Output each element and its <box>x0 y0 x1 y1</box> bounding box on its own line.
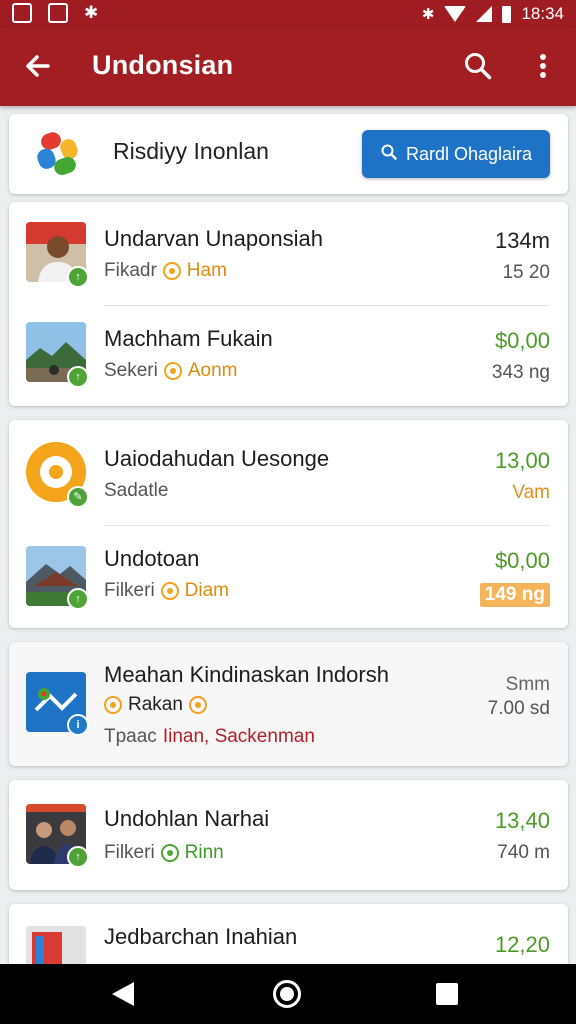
search-icon <box>380 143 398 166</box>
list-item[interactable]: ↑ Undarvan Unaponsiah Fikadr Ham 134m 15… <box>9 202 568 302</box>
list-card-4: ↑ Undohlan Narhai Filkeri Rinn 13,40 740… <box>9 780 568 890</box>
arrow-left-icon[interactable] <box>18 46 58 86</box>
tag-icon <box>160 582 179 600</box>
nav-back-icon[interactable] <box>112 982 134 1006</box>
item-sub-label: Filkeri <box>104 580 155 601</box>
app-logo-icon <box>35 130 83 178</box>
item-meta: 149 ng <box>479 583 550 607</box>
item-amount: Smm <box>505 674 550 695</box>
item-sub-label: Fikadr <box>104 260 157 281</box>
wifi-icon <box>444 6 467 22</box>
app-notification-icon <box>48 3 68 23</box>
header-action-button[interactable]: Rardl Ohaglaira <box>362 130 550 178</box>
item-subtitle: Sekeri Aonm <box>104 360 238 382</box>
list-card-3: i Meahan Kindinaskan Indorsh Rakan Tpaac… <box>9 642 568 766</box>
gallery-notification-icon <box>12 3 32 23</box>
tag-icon <box>188 696 207 714</box>
item-title: Undohlan Narhai <box>104 806 270 831</box>
nav-recent-icon[interactable] <box>436 983 458 1005</box>
item-sub-label: Filkeri <box>104 842 155 863</box>
battery-icon <box>502 5 512 23</box>
item-amount: 12,20 <box>494 932 550 957</box>
item-amount: 13,40 <box>494 808 550 833</box>
list-item[interactable]: ↑ Machham Fukain Sekeri Aonm $0,00 343 n… <box>9 306 568 406</box>
list-item[interactable]: ✎ Uaiodahudan Uesonge Sadatle 13,00 Vam <box>9 420 568 520</box>
status-badge: ↑ <box>67 588 89 610</box>
list-card-2: ✎ Uaiodahudan Uesonge Sadatle 13,00 Vam … <box>9 420 568 628</box>
item-title: Meahan Kindinaskan Indorsh <box>104 662 389 687</box>
system-nav-bar <box>0 964 576 1024</box>
item-amount: $0,00 <box>494 328 550 353</box>
item-subtitle: Fikadr Ham <box>104 260 227 282</box>
item-sub-label: Rakan <box>128 694 183 715</box>
header-card: Risdiyy Inonlan Rardl Ohaglaira <box>9 114 568 194</box>
item-amount: 13,00 <box>494 448 550 473</box>
item-title: Uaiodahudan Uesonge <box>104 446 330 471</box>
item-sub-prefix: Tpaac <box>104 726 157 747</box>
item-tag: Ham <box>186 260 227 281</box>
item-title: Jedbarchan Inahian <box>104 924 298 949</box>
item-sub-label: Sekeri <box>104 360 158 381</box>
tag-icon <box>162 262 181 280</box>
status-badge: ↑ <box>67 366 89 388</box>
list-item[interactable]: ↑ Undohlan Narhai Filkeri Rinn 13,40 740… <box>9 780 568 890</box>
item-tag: Rinn <box>184 842 224 863</box>
item-meta: 15 20 <box>502 262 550 283</box>
item-tag: Aonm <box>187 360 238 381</box>
status-bar: ✱ ✱ 18:34 <box>0 0 576 28</box>
item-title: Undarvan Unaponsiah <box>104 226 323 251</box>
item-subtitle: Rakan <box>104 694 207 716</box>
tag-icon <box>104 696 122 714</box>
item-meta: 7.00 sd <box>487 698 550 719</box>
item-subtitle: Filkeri Rinn <box>104 842 224 864</box>
nav-home-icon[interactable] <box>273 980 301 1008</box>
item-subtitle: Filkeri Diam <box>104 580 229 602</box>
bluetooth-icon: ✱ <box>421 6 435 23</box>
bluetooth-notification-icon: ✱ <box>84 3 99 22</box>
item-title: Undotoan <box>104 546 200 571</box>
list-item[interactable]: i Meahan Kindinaskan Indorsh Rakan Tpaac… <box>9 642 568 766</box>
app-title: Undonsian <box>92 50 234 80</box>
signal-icon <box>476 6 493 22</box>
item-subtitle-line2: Tpaac Iinan, Sackenman <box>104 726 315 748</box>
header-title: Risdiyy Inonlan <box>113 138 269 164</box>
item-title: Machham Fukain <box>104 326 273 351</box>
tag-icon <box>163 362 182 380</box>
info-badge-icon: i <box>67 714 89 736</box>
tag-icon <box>160 844 179 862</box>
item-subtitle: Sadatle <box>104 480 168 502</box>
search-icon[interactable] <box>458 46 498 86</box>
item-sub-label: Sadatle <box>104 480 169 501</box>
app-bar: Undonsian <box>0 28 576 106</box>
status-badge: ↑ <box>67 846 89 868</box>
header-action-label: Rardl Ohaglaira <box>405 143 533 164</box>
item-meta: 343 ng <box>491 362 550 383</box>
list-card-1: ↑ Undarvan Unaponsiah Fikadr Ham 134m 15… <box>9 202 568 406</box>
item-tag: Diam <box>184 580 230 601</box>
edit-badge-icon: ✎ <box>67 486 89 508</box>
clock: 18:34 <box>521 4 564 23</box>
item-amount: $0,00 <box>494 548 550 573</box>
item-sub-link[interactable]: Iinan, Sackenman <box>163 726 315 748</box>
item-amount: 134m <box>494 228 550 253</box>
status-badge: ↑ <box>67 266 89 288</box>
item-meta: Vam <box>512 482 550 503</box>
more-vert-icon[interactable] <box>526 46 560 86</box>
item-meta: 740 m <box>497 842 550 863</box>
list-item[interactable]: ↑ Undotoan Filkeri Diam $0,00 149 ng <box>9 526 568 626</box>
